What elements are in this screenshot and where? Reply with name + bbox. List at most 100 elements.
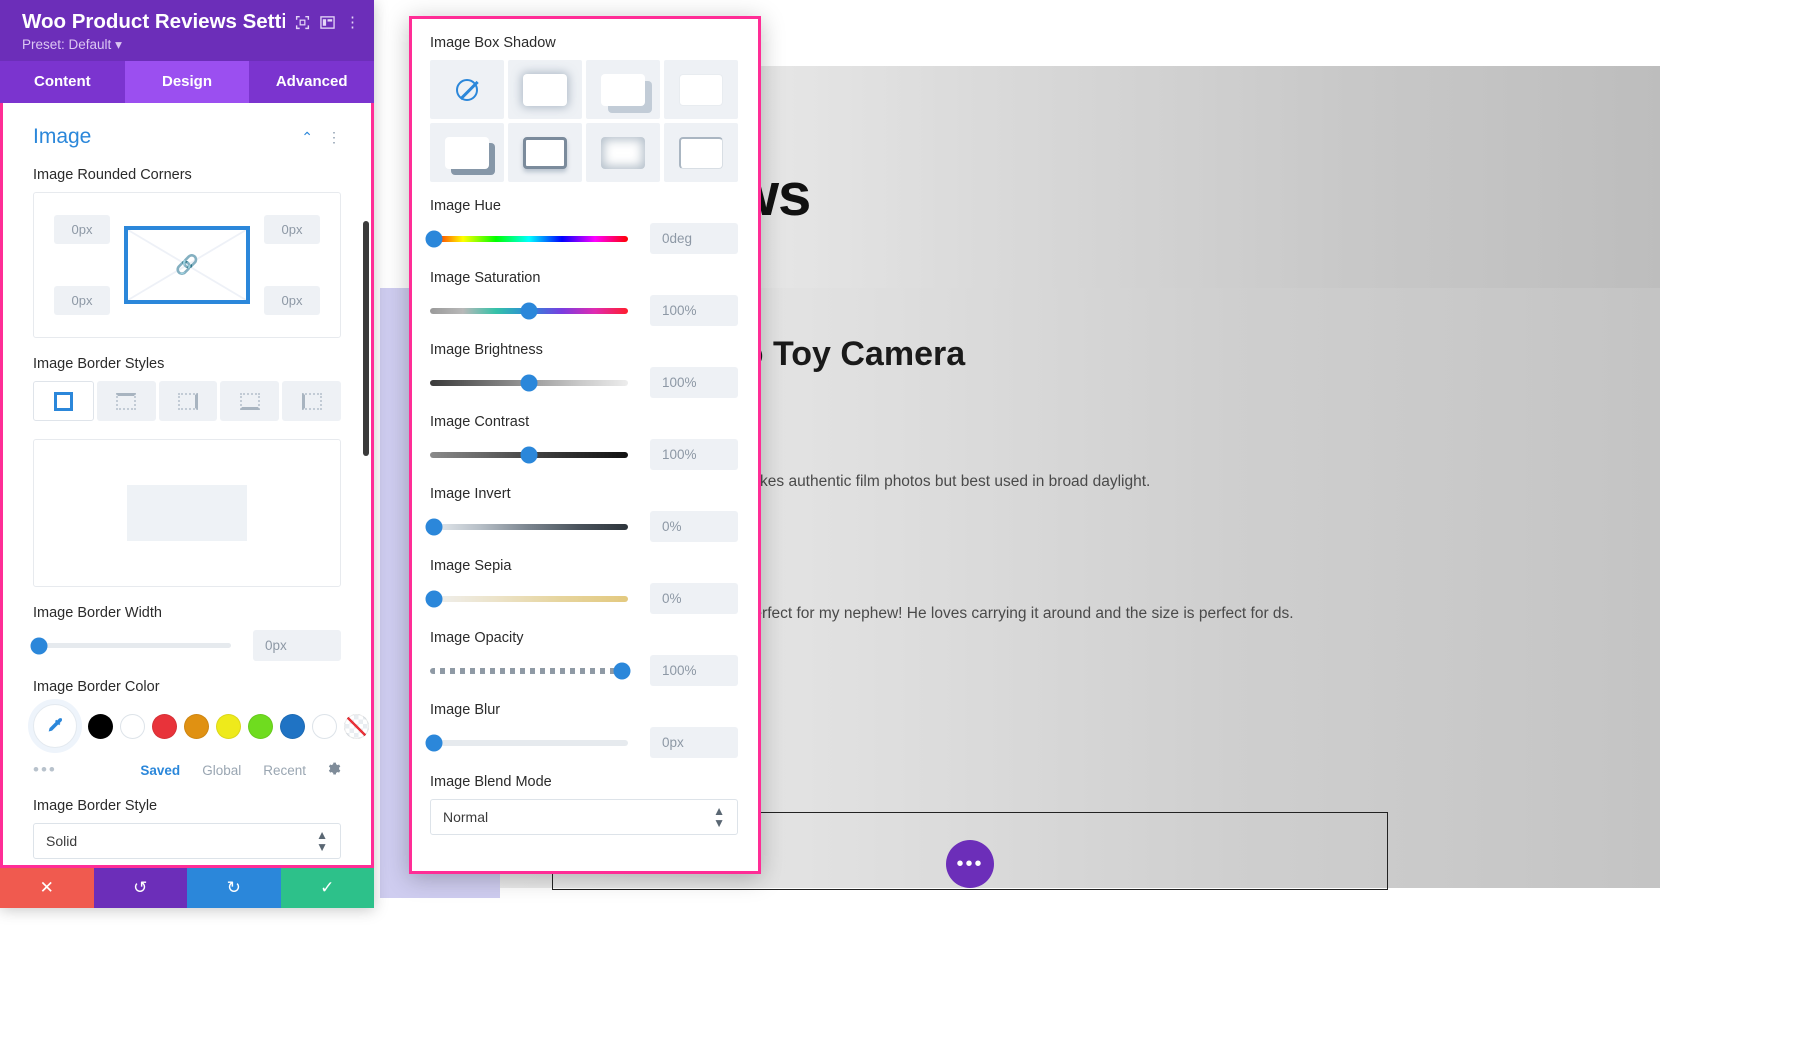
fullscreen-icon[interactable] [295,15,310,30]
image-blur-knob[interactable] [425,734,442,751]
more-vertical-icon[interactable]: ⋮ [327,129,341,146]
image-blur-slider[interactable] [430,740,628,746]
preset-selector[interactable]: Preset: Default ▾ [22,37,360,53]
save-button[interactable]: ✓ [281,868,375,908]
stepper-icon: ▲▼ [316,829,328,853]
border-style-bottom[interactable] [220,381,279,421]
box-shadow-subtle[interactable] [664,60,738,119]
corner-bottom-right-input[interactable]: 0px [264,286,320,315]
shadow-inner-icon [601,137,645,169]
corner-top-right-input[interactable]: 0px [264,215,320,244]
gear-icon[interactable] [326,761,341,780]
image-contrast-value[interactable]: 100% [650,439,738,470]
border-width-knob[interactable] [30,637,47,654]
border-style-all[interactable] [33,381,94,421]
border-width-slider[interactable] [33,643,231,648]
swatch-white[interactable] [120,714,145,739]
box-shadow-outline[interactable] [508,123,582,182]
image-brightness-label: Image Brightness [430,342,738,358]
tab-advanced[interactable]: Advanced [249,61,374,103]
corner-top-left-input[interactable]: 0px [54,215,110,244]
image-blend-mode-label: Image Blend Mode [430,774,738,790]
image-saturation-slider[interactable] [430,308,628,314]
redo-button[interactable]: ↻ [187,868,281,908]
eyedropper-icon[interactable] [33,704,77,748]
image-sepia-knob[interactable] [425,590,442,607]
top-border-icon [116,393,136,410]
swatch-green[interactable] [248,714,273,739]
review-text: mera. Takes authentic film photos but be… [700,473,1150,491]
image-invert-knob[interactable] [425,518,442,535]
image-saturation-label: Image Saturation [430,270,738,286]
image-brightness-slider[interactable] [430,380,628,386]
color-tab-saved[interactable]: Saved [140,763,180,778]
image-contrast-slider[interactable] [430,452,628,458]
image-blend-mode-value: Normal [443,809,713,825]
image-hue-slider[interactable] [430,236,628,242]
box-shadow-none[interactable] [430,60,504,119]
image-hue-knob[interactable] [425,230,442,247]
image-opacity-slider[interactable] [430,668,628,674]
swatch-black[interactable] [88,714,113,739]
border-style-select[interactable]: Solid ▲▼ [33,823,341,859]
ellipsis-icon[interactable]: ••• [33,760,118,780]
color-tab-global[interactable]: Global [202,763,241,778]
modal-content: Image Box Shadow Image Hue 0deg Image Sa… [412,19,758,871]
box-shadow-offset[interactable] [586,60,660,119]
border-width-value[interactable]: 0px [253,630,341,661]
box-shadow-hard[interactable] [430,123,504,182]
rounded-corners-control: 0px 0px 0px 0px 🔗 [33,192,341,338]
cancel-button[interactable]: ✕ [0,868,94,908]
image-hue-label: Image Hue [430,198,738,214]
image-sepia-control: 0% [430,583,738,614]
swatch-white-2[interactable] [312,714,337,739]
image-saturation-value[interactable]: 100% [650,295,738,326]
swatch-red[interactable] [152,714,177,739]
box-shadow-soft-all[interactable] [508,60,582,119]
link-icon[interactable]: 🔗 [175,253,199,277]
chevron-down-icon: ▾ [115,37,122,52]
panel-scrollbar[interactable] [363,221,369,456]
image-blur-label: Image Blur [430,702,738,718]
corner-bottom-left-input[interactable]: 0px [54,286,110,315]
swatch-blue[interactable] [280,714,305,739]
swatch-transparent[interactable] [344,714,369,739]
image-brightness-knob[interactable] [521,374,538,391]
border-style-right[interactable] [159,381,218,421]
tab-design[interactable]: Design [125,61,250,103]
layout-icon[interactable] [320,15,335,30]
image-brightness-value[interactable]: 100% [650,367,738,398]
all-borders-icon [54,392,73,411]
border-preview-box [33,439,341,587]
border-style-top[interactable] [97,381,156,421]
image-sepia-value[interactable]: 0% [650,583,738,614]
border-style-left[interactable] [282,381,341,421]
image-opacity-label: Image Opacity [430,630,738,646]
image-opacity-knob[interactable] [614,662,631,679]
image-invert-slider[interactable] [430,524,628,530]
image-saturation-knob[interactable] [521,302,538,319]
image-sepia-slider[interactable] [430,596,628,602]
color-tab-recent[interactable]: Recent [263,763,306,778]
floating-action-button[interactable]: ••• [946,840,994,888]
box-shadow-label: Image Box Shadow [430,35,738,51]
tab-content[interactable]: Content [0,61,125,103]
image-blend-mode-select[interactable]: Normal ▲▼ [430,799,738,835]
image-hue-value[interactable]: 0deg [650,223,738,254]
image-blur-control: 0px [430,727,738,758]
image-hue-control: 0deg [430,223,738,254]
more-vertical-icon[interactable]: ⋮ [345,13,360,31]
image-invert-value[interactable]: 0% [650,511,738,542]
box-shadow-corner[interactable] [664,123,738,182]
swatch-orange[interactable] [184,714,209,739]
shadow-subtle-icon [679,74,723,106]
border-style-value: Solid [46,833,316,849]
box-shadow-inner[interactable] [586,123,660,182]
preset-label: Preset: Default [22,37,111,52]
undo-button[interactable]: ↺ [94,868,188,908]
image-blur-value[interactable]: 0px [650,727,738,758]
image-opacity-value[interactable]: 100% [650,655,738,686]
image-contrast-knob[interactable] [521,446,538,463]
swatch-yellow[interactable] [216,714,241,739]
chevron-up-icon[interactable]: ⌃ [301,129,313,146]
